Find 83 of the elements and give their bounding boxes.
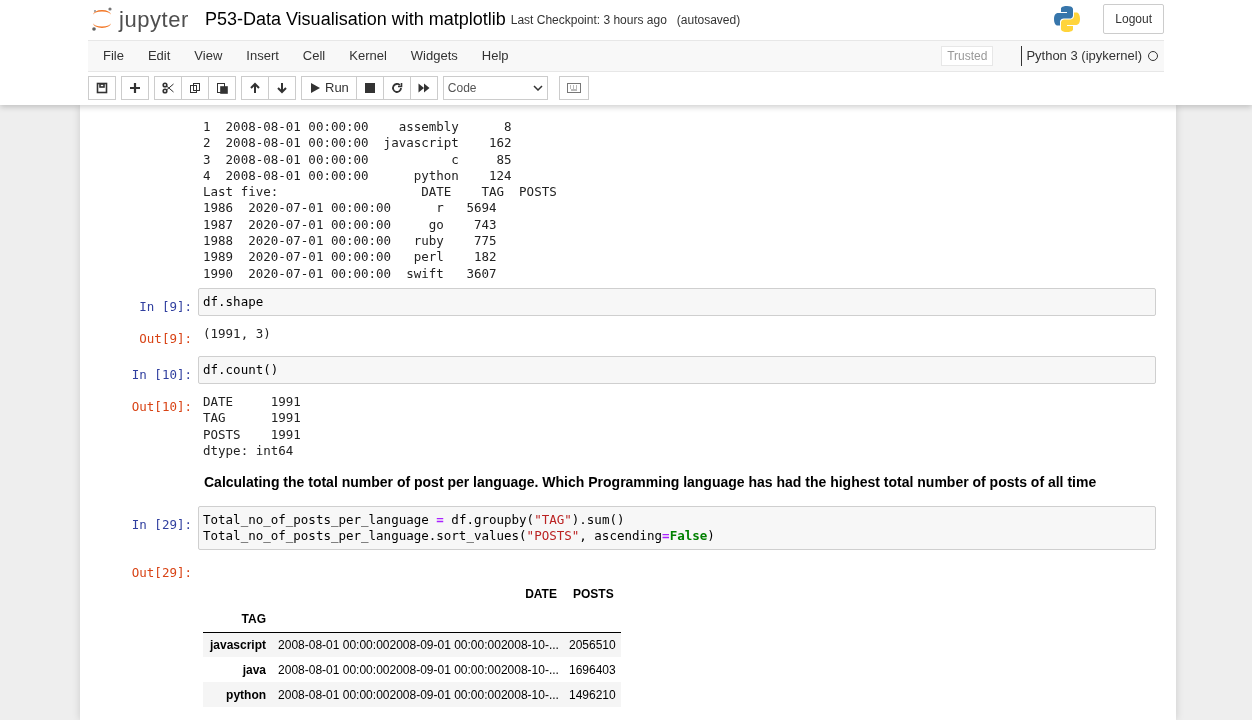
save-icon [96, 81, 108, 94]
menu-item[interactable]: Help [469, 46, 521, 66]
column-header: DATE [525, 587, 557, 602]
output-line: 1987 2020-07-01 00:00:00 go 743 [203, 216, 497, 234]
keyboard-button[interactable] [558, 75, 589, 100]
code-line: df.shape [203, 293, 264, 310]
save-button[interactable] [88, 75, 116, 100]
table-cell: 2008-08-01 00:00:002008-09-01 00:00:002008-10-... [278, 637, 559, 652]
menu-item[interactable]: Insert [234, 46, 291, 66]
code-input[interactable]: Total_no_of_posts_per_language = df.groupby("TAG").sum() Total_no_of_posts_per_language.sort_values("POSTS", ascending=False) [198, 506, 1156, 551]
cut-button[interactable] [154, 75, 182, 100]
input-prompt: In [9]: [139, 298, 192, 314]
output-line: 1988 2020-07-01 00:00:00 ruby 775 [203, 233, 497, 250]
fast-forward-icon [417, 81, 430, 94]
restart-button[interactable] [382, 75, 411, 100]
markdown-heading: Calculating the total number of post per language. Which Programming language has had the highest total number of posts of all time [203, 473, 1098, 493]
code-line: df.count() [203, 361, 279, 378]
paste-button[interactable] [208, 75, 236, 100]
output-line: (1991, 3) [203, 325, 271, 343]
copy-button[interactable] [181, 75, 209, 100]
python-logo-icon [1053, 5, 1082, 33]
output-line: dtype: int64 [203, 442, 294, 460]
refresh-icon [390, 81, 403, 94]
table-cell: 2008-08-01 00:00:002008-09-01 00:00:002008-10-... [278, 662, 559, 677]
menu-item[interactable]: Kernel [337, 46, 399, 66]
copy-icon [189, 81, 201, 94]
table-cell: 1696403 [568, 662, 616, 677]
table-cell: 2056510 [568, 637, 616, 652]
index-cell: python [226, 687, 267, 702]
output-line: 1 2008-08-01 00:00:00 assembly 8 [203, 119, 512, 136]
menu-item[interactable]: Edit [135, 46, 183, 66]
code-line: Total_no_of_posts_per_language = df.groupby("TAG").sum() [203, 512, 625, 529]
logo-text: jupyter [119, 5, 189, 34]
index-cell: javascript [210, 637, 267, 652]
logout-button[interactable]: Logout [1103, 4, 1164, 34]
fast-forward-button[interactable] [409, 75, 438, 100]
notebook-title[interactable]: P53-Data Visualisation with matplotlib [204, 5, 506, 33]
autosave-status: (autosaved) [676, 12, 741, 29]
menu-item[interactable]: View [182, 46, 235, 66]
output-line: 1989 2020-07-01 00:00:00 perl 182 [203, 249, 497, 266]
arrow-down-icon [276, 81, 288, 94]
move-down-button[interactable] [268, 75, 296, 100]
menu-item[interactable]: Widgets [398, 46, 470, 66]
output-line: 1990 2020-07-01 00:00:00 swift 3607 [203, 265, 497, 282]
scissors-icon [162, 81, 174, 94]
index-name: TAG [241, 611, 267, 626]
plus-icon [129, 81, 141, 94]
clipboard-icon [216, 81, 228, 94]
output-line: 4 2008-08-01 00:00:00 python 124 [203, 167, 512, 185]
play-icon [309, 81, 321, 94]
table-cell: 1496210 [568, 687, 616, 702]
add-cell-button[interactable] [121, 75, 149, 100]
output-line: Last five: DATE TAG POSTS [203, 184, 557, 201]
checkpoint-status: Last Checkpoint: 3 hours ago [510, 12, 667, 29]
menu-item[interactable]: Cell [290, 46, 338, 66]
output-line: TAG 1991 [203, 410, 301, 427]
arrow-up-icon [249, 81, 261, 94]
output-line: 2 2008-08-01 00:00:00 javascript 162 [203, 135, 512, 152]
kernel-name: Python 3 (ipykernel) [1026, 47, 1142, 66]
index-cell: java [242, 662, 267, 677]
output-prompt: Out[29]: [131, 565, 192, 581]
code-input[interactable]: df.shape [198, 287, 1156, 316]
stop-button[interactable] [355, 75, 384, 100]
stop-icon [363, 81, 376, 94]
input-prompt: In [10]: [131, 366, 192, 382]
menu-item[interactable]: File [91, 46, 136, 66]
input-prompt: In [29]: [131, 517, 192, 533]
table-cell: 2008-08-01 00:00:002008-09-01 00:00:002008-10-... [278, 687, 559, 702]
code-line: Total_no_of_posts_per_language.sort_values("POSTS", ascending=False) [203, 528, 715, 545]
run-button[interactable]: Run [301, 75, 357, 100]
output-prompt: Out[9]: [139, 330, 192, 346]
output-line: POSTS 1991 [203, 426, 301, 443]
caret-icon [532, 84, 543, 91]
code-input[interactable]: df.count() [198, 355, 1156, 384]
output-line: DATE 1991 [203, 393, 301, 411]
column-header: POSTS [573, 587, 614, 602]
logo-icon [91, 6, 113, 32]
output-line: 1986 2020-07-01 00:00:00 r 5694 [203, 200, 497, 217]
output-line: 3 2008-08-01 00:00:00 c 85 [203, 151, 512, 168]
move-up-button[interactable] [241, 75, 269, 100]
keyboard-icon [566, 82, 581, 93]
output-prompt: Out[10]: [131, 398, 192, 414]
cell-type-dropdown[interactable]: Code [442, 75, 548, 100]
